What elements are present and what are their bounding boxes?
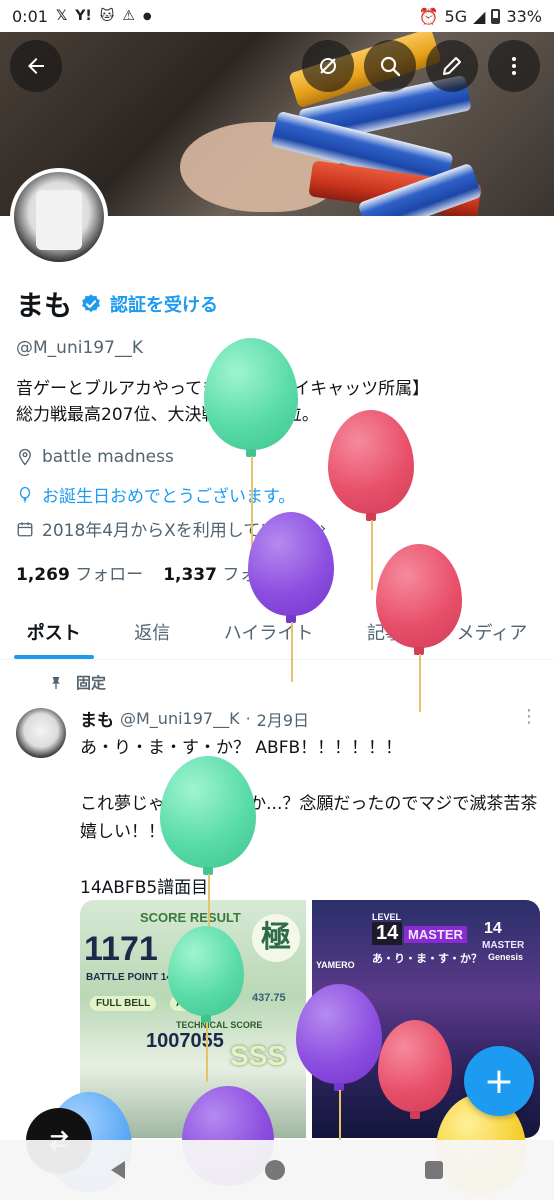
following-label: フォロー: [75, 565, 144, 585]
media-other-difficulty: MASTER: [482, 940, 525, 951]
more-options-button[interactable]: [488, 40, 540, 92]
location-text: battle madness: [42, 447, 174, 467]
more-notifications-icon: ●: [142, 10, 152, 22]
birthday-balloon: [376, 544, 462, 712]
pinned-label: 固定: [76, 674, 107, 692]
plus-icon: +: [483, 1060, 515, 1102]
media-level: 14: [372, 922, 403, 945]
birthday-balloon: [248, 512, 334, 682]
media-score-label: SCORE RESULT: [140, 910, 241, 925]
back-button[interactable]: [10, 40, 62, 92]
clock: 0:01: [12, 6, 48, 26]
tab-posts[interactable]: ポスト: [0, 604, 108, 659]
balloon-icon: [19, 486, 31, 502]
post-author-name[interactable]: まも: [80, 706, 114, 731]
system-navigation-bar: [0, 1140, 554, 1200]
edit-button[interactable]: [426, 40, 478, 92]
birthday-text[interactable]: お誕生日おめでとうございます。: [42, 482, 295, 507]
media-rank: SSS: [230, 1040, 287, 1071]
media-level-label: LEVEL: [372, 912, 402, 922]
birthday-balloon: [160, 756, 256, 934]
media-tech-score: 1007055: [146, 1030, 224, 1052]
yahoo-notification-icon: Y!: [75, 8, 92, 24]
following-count: 1,269: [16, 565, 70, 585]
media-technical-label: TECHNICAL SCORE: [176, 1020, 263, 1030]
pinned-indicator: 固定: [48, 672, 106, 693]
pin-icon: [52, 676, 60, 689]
profile-birthday: お誕生日おめでとうございます。: [16, 482, 295, 507]
cat-notification-icon: 🐱: [99, 8, 115, 24]
nav-home-icon[interactable]: [265, 1160, 285, 1180]
post-text: あ・り・ま・す・か？ ABFB！！！！！！ これ夢じゃないんですか...？念願だ…: [80, 738, 538, 898]
post-avatar[interactable]: [16, 708, 66, 758]
post-date[interactable]: 2月9日: [257, 707, 309, 731]
profile-location: battle madness: [16, 447, 174, 467]
battery-level: 33%: [506, 6, 542, 26]
alarm-icon: ⏰: [418, 6, 439, 26]
alert-notification-icon: ⚠: [122, 8, 135, 24]
network-type: 5G: [444, 6, 468, 26]
birthday-balloon: [296, 984, 382, 1140]
back-arrow-icon: [28, 58, 44, 74]
media-full-bell: FULL BELL: [90, 996, 157, 1011]
avatar-shirt: [36, 190, 82, 250]
verified-badge-icon: [82, 294, 100, 312]
profile-handle: @M_uni197__K: [16, 338, 144, 358]
calendar-icon: [17, 521, 33, 536]
post-author-handle: @M_uni197__K: [120, 709, 240, 728]
media-rating: 437.75: [252, 992, 286, 1004]
media-score: 1171: [84, 930, 158, 968]
compose-post-button[interactable]: +: [464, 1046, 534, 1116]
tab-replies[interactable]: 返信: [108, 604, 198, 659]
post-separator: ·: [245, 709, 251, 728]
birthday-balloon: [328, 410, 414, 590]
media-other-level: 14: [484, 920, 502, 937]
following-link[interactable]: 1,269 フォロー: [16, 560, 143, 585]
media-other-song: Genesis: [488, 952, 524, 962]
nav-back-icon[interactable]: [111, 1161, 125, 1179]
media-difficulty: MASTER: [404, 926, 467, 943]
pencil-icon: [443, 57, 461, 75]
grok-button[interactable]: [302, 40, 354, 92]
status-bar: 0:01 𝕏 Y! 🐱 ⚠ ● ⏰ 5G ◢ 33%: [0, 0, 554, 32]
birthday-balloon: [204, 338, 298, 566]
battery-icon: [491, 8, 501, 24]
post-header: まも @M_uni197__K · 2月9日: [80, 706, 309, 731]
post-more-icon[interactable]: ⋮: [520, 706, 538, 727]
more-vertical-icon: [512, 57, 516, 75]
location-pin-icon: [19, 448, 31, 466]
birthday-balloon: [168, 926, 244, 1082]
profile-name-row: まも 認証を受ける: [16, 284, 218, 324]
x-notification-icon: 𝕏: [55, 8, 68, 24]
get-verified-link[interactable]: 認証を受ける: [110, 291, 218, 317]
search-button[interactable]: [364, 40, 416, 92]
followers-count: 1,337: [163, 565, 217, 585]
profile-avatar[interactable]: [10, 168, 108, 266]
nav-recents-icon[interactable]: [425, 1161, 443, 1179]
signal-icon: ◢: [473, 6, 486, 26]
media-artist: YAMERO: [316, 960, 355, 970]
display-name: まも: [16, 289, 73, 322]
search-icon: [380, 56, 401, 77]
grok-icon: [320, 58, 336, 74]
media-song-title: あ・り・ま・す・か？: [372, 953, 482, 965]
media-kanji-badge: 極: [252, 914, 300, 962]
